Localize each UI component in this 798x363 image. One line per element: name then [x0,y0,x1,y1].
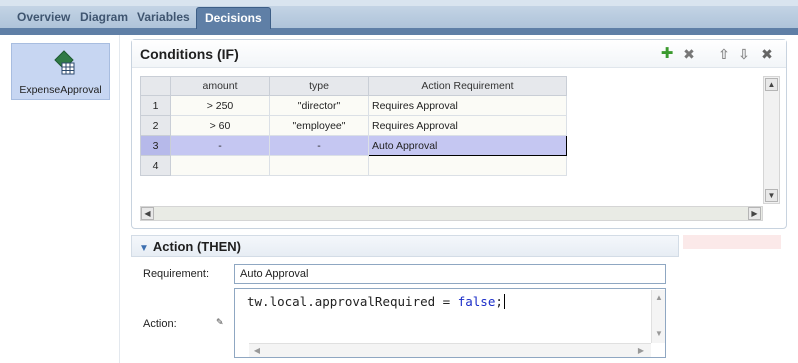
editor-scroll-left-icon[interactable]: ◀ [251,345,263,357]
column-header-row-number [140,76,171,96]
requirement-field[interactable]: Auto Approval [234,264,666,284]
cell-amount[interactable] [170,155,270,176]
conditions-table: amount type Action Requirement 1 > 250 "… [140,76,567,176]
rule-card-label: ExpenseApproval [19,84,102,96]
row-number[interactable]: 4 [140,155,171,176]
editor-tab-bar: Overview Diagram Variables Decisions [0,0,798,35]
cell-requirement[interactable]: Auto Approval [368,135,567,156]
table-row[interactable]: 2 > 60 "employee" Requires Approval [140,115,567,136]
requirement-label: Requirement: [143,268,210,280]
tab-bar-strip [0,0,798,6]
table-row[interactable]: 1 > 250 "director" Requires Approval [140,95,567,116]
editor-vertical-scrollbar[interactable]: ▲ ▼ [651,290,665,343]
action-title-wrap: ▼ Action (THEN) [139,239,241,254]
rule-card-expense-approval[interactable]: ExpenseApproval [11,43,110,100]
pink-strip [683,235,781,249]
editor-scroll-right-icon[interactable]: ▶ [635,345,647,357]
table-row-selected[interactable]: 3 - - Auto Approval [140,135,567,156]
code-prefix: tw.local.approvalRequired = [247,294,458,309]
column-header-action-requirement[interactable]: Action Requirement [368,76,567,96]
conditions-title: Conditions (IF) [140,46,239,62]
script-code-line[interactable]: tw.local.approvalRequired = false; [247,294,505,309]
cell-type[interactable] [269,155,369,176]
row-number[interactable]: 2 [140,115,171,136]
cell-type[interactable]: "director" [269,95,369,116]
tab-decisions[interactable]: Decisions [196,7,271,29]
cell-requirement[interactable] [368,155,567,176]
code-suffix: ; [495,294,503,309]
scroll-left-icon[interactable]: ◀ [141,207,154,220]
table-row[interactable]: 4 [140,155,567,176]
add-row-icon[interactable]: ✚ [660,46,674,61]
rule-table-icon [54,50,75,75]
scroll-down-icon[interactable]: ▼ [765,189,778,202]
cell-amount[interactable]: - [170,135,270,156]
action-script-editor[interactable]: tw.local.approvalRequired = false; ▲ ▼ ◀… [234,288,666,358]
text-caret [503,294,505,309]
conditions-grid: amount type Action Requirement 1 > 250 "… [140,76,780,224]
conditions-header: Conditions (IF) ✚ ✖ ⇧ ⇩ ✖ [132,40,786,68]
editor-scroll-down-icon[interactable]: ▼ [653,328,665,340]
rules-list-panel: ExpenseApproval [0,35,120,363]
action-section-header[interactable]: ▼ Action (THEN) [131,235,679,257]
tab-overview[interactable]: Overview [13,7,74,29]
column-header-type[interactable]: type [269,76,369,96]
close-icon[interactable]: ✖ [760,47,774,61]
cell-type[interactable]: - [269,135,369,156]
editor-horizontal-scrollbar[interactable]: ◀ ▶ [249,343,651,357]
grid-vertical-scrollbar[interactable]: ▲ ▼ [763,76,780,204]
tab-diagram[interactable]: Diagram [76,7,132,29]
row-number[interactable]: 1 [140,95,171,116]
row-number[interactable]: 3 [140,135,171,156]
grid-horizontal-scrollbar[interactable]: ◀ ▶ [140,206,763,221]
scroll-up-icon[interactable]: ▲ [765,78,778,91]
collapse-triangle-icon[interactable]: ▼ [139,243,149,254]
cell-amount[interactable]: > 250 [170,95,270,116]
table-header-row: amount type Action Requirement [140,76,567,96]
cell-requirement[interactable]: Requires Approval [368,115,567,136]
conditions-section: Conditions (IF) ✚ ✖ ⇧ ⇩ ✖ amount type Ac… [131,39,787,229]
move-down-icon[interactable]: ⇩ [737,47,751,61]
action-label: Action: [143,318,177,330]
code-keyword: false [457,294,496,309]
editor-scroll-up-icon[interactable]: ▲ [653,292,665,304]
column-header-amount[interactable]: amount [170,76,270,96]
action-title: Action (THEN) [152,239,242,254]
script-edit-icon[interactable]: ✎ [216,317,224,328]
tab-underline [0,28,798,35]
move-up-icon[interactable]: ⇧ [717,47,731,61]
cell-amount[interactable]: > 60 [170,115,270,136]
cell-requirement[interactable]: Requires Approval [368,95,567,116]
scroll-right-icon[interactable]: ▶ [748,207,761,220]
delete-row-icon[interactable]: ✖ [682,47,696,61]
tab-variables[interactable]: Variables [133,7,194,29]
cell-type[interactable]: "employee" [269,115,369,136]
